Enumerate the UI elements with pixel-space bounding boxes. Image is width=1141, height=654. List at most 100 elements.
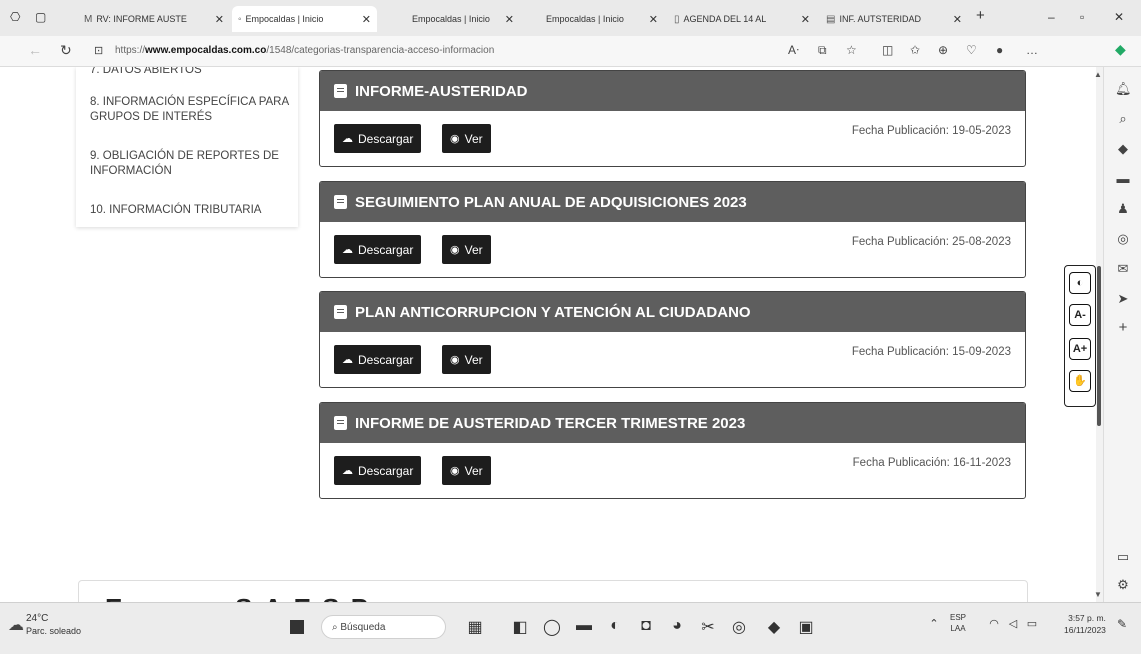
taskbar-search-box[interactable]: ⌕ Búsqueda <box>321 615 446 639</box>
maximize-icon[interactable]: ▫ <box>1080 10 1084 24</box>
close-tab-icon[interactable]: ✕ <box>362 13 371 26</box>
telegram-icon[interactable]: ➤ <box>1115 291 1131 307</box>
hs-app-icon[interactable]: ◎ <box>729 617 749 637</box>
tag-icon[interactable]: ◆ <box>1115 141 1131 157</box>
pdf-icon: ▤ <box>826 13 836 25</box>
publication-date: Fecha Publicación: 16-11-2023 <box>852 457 1011 469</box>
split-screen-icon[interactable]: ◫ <box>882 43 893 57</box>
outlook-icon[interactable]: ✉ <box>1115 261 1131 277</box>
document-card: SEGUIMIENTO PLAN ANUAL DE ADQUISICIONES … <box>319 181 1026 278</box>
tab-agenda[interactable]: ▯ AGENDA DEL 14 AL ✕ <box>668 6 816 32</box>
widgets-icon[interactable]: ▦ <box>465 617 485 637</box>
task-view-icon[interactable]: ◧ <box>510 617 530 637</box>
clock-date: 16/11/2023 <box>1064 625 1106 635</box>
games-icon[interactable]: ♟ <box>1115 201 1131 217</box>
immersive-reader-icon[interactable]: ⧉ <box>818 43 827 58</box>
file-explorer-icon[interactable]: ▬ <box>574 617 594 635</box>
tab-empocaldas-3[interactable]: Empocaldas | Inicio ✕ <box>524 6 664 32</box>
search-icon[interactable]: ⌕ <box>1115 111 1131 127</box>
increase-font-button[interactable]: A+ <box>1069 338 1091 360</box>
document-icon <box>334 416 347 430</box>
scroll-down-arrow-icon[interactable]: ▼ <box>1094 590 1102 599</box>
browser-essentials-icon[interactable]: ♡ <box>966 43 977 57</box>
store-icon[interactable]: ◘ <box>636 617 656 635</box>
workspaces-icon[interactable]: ⎔ <box>10 10 20 24</box>
weather-desc: Parc. soleado <box>26 626 82 636</box>
new-tab-icon[interactable]: + <box>976 7 985 24</box>
bell-icon[interactable]: 🔔︎ <box>1115 81 1132 97</box>
close-tab-icon[interactable]: ✕ <box>801 13 810 26</box>
minimize-icon[interactable]: – <box>1048 10 1055 24</box>
windows-start-icon[interactable] <box>290 620 304 634</box>
app-icon[interactable]: ◆ <box>764 617 784 637</box>
document-icon <box>334 305 347 319</box>
chat-icon[interactable]: ◯ <box>542 617 562 637</box>
tab-label: RV: INFORME AUSTE <box>96 14 187 24</box>
add-icon[interactable]: + <box>1115 319 1131 336</box>
download-button[interactable]: ☁ Descargar <box>334 124 422 153</box>
close-tab-icon[interactable]: ✕ <box>505 13 514 26</box>
tray-chevron-icon[interactable]: ⌃ <box>924 617 944 630</box>
edge-browser-icon[interactable]: ◐ <box>605 617 625 635</box>
weather-widget[interactable]: 24°C Parc. soleado <box>26 613 81 637</box>
volume-icon[interactable]: ◁ <box>1003 617 1023 630</box>
tool-icon[interactable]: ✂ <box>698 617 718 637</box>
view-button[interactable]: ◉ Ver <box>442 124 491 153</box>
scroll-thumb[interactable] <box>1097 266 1101 426</box>
url-field[interactable]: https://www.empocaldas.com.co/1548/categ… <box>115 42 575 60</box>
sidebar-toggle-icon[interactable]: ▭ <box>1115 549 1131 565</box>
close-tab-icon[interactable]: ✕ <box>953 13 962 26</box>
chrome-icon[interactable]: ◕ <box>667 617 687 635</box>
battery-icon[interactable]: ▭ <box>1022 617 1042 630</box>
collections-icon[interactable]: ⊕ <box>938 43 948 57</box>
view-button[interactable]: ◉ Ver <box>442 345 491 374</box>
tab-empocaldas-active[interactable]: ◦ Empocaldas | Inicio ✕ <box>232 6 377 32</box>
scroll-up-arrow-icon[interactable]: ▲ <box>1094 70 1102 79</box>
weather-temp: 24°C <box>26 613 49 624</box>
wifi-icon[interactable]: ◠ <box>984 617 1004 630</box>
close-tab-icon[interactable]: ✕ <box>215 13 224 26</box>
favorite-star-icon[interactable]: ☆ <box>846 43 857 57</box>
read-aloud-icon[interactable]: Aᐧ <box>788 43 799 57</box>
view-button[interactable]: ◉ Ver <box>442 456 491 485</box>
close-window-icon[interactable]: ✕ <box>1114 10 1124 24</box>
download-button[interactable]: ☁ Descargar <box>334 345 422 374</box>
lock-icon[interactable]: ⊡ <box>94 44 103 57</box>
tab-label: INF. AUTSTERIDAD <box>839 14 921 24</box>
address-bar: ← ↻ ⊡ https://www.empocaldas.com.co/1548… <box>0 36 1141 67</box>
tab-label: Empocaldas | Inicio <box>245 14 324 24</box>
tab-empocaldas-2[interactable]: Empocaldas | Inicio ✕ <box>390 6 520 32</box>
refresh-icon[interactable]: ↻ <box>60 42 72 59</box>
tab-email[interactable]: M RV: INFORME AUSTE ✕ <box>78 6 230 32</box>
view-button[interactable]: ◉ Ver <box>442 235 491 264</box>
tab-actions-icon[interactable]: ▢ <box>35 10 46 24</box>
more-menu-icon[interactable]: … <box>1026 43 1038 57</box>
office-icon[interactable]: ◎ <box>1115 231 1131 247</box>
company-footer-card: E........... S.A.E.S.P <box>78 580 1028 602</box>
toolbox-icon[interactable]: ▬ <box>1115 171 1131 186</box>
contrast-icon[interactable]: ◐ <box>1069 272 1091 294</box>
settings-gear-icon[interactable]: ⚙ <box>1115 577 1131 593</box>
menu-item-tributaria[interactable]: 10. INFORMACIÓN TRIBUTARIA <box>90 203 290 218</box>
menu-item-datos-abiertos[interactable]: 7. DATOS ABIERTOS <box>90 67 290 78</box>
lang-bottom: LAA <box>950 624 966 633</box>
download-label: Descargar <box>358 352 414 367</box>
back-icon[interactable]: ← <box>28 42 42 58</box>
decrease-font-button[interactable]: A- <box>1069 304 1091 326</box>
close-tab-icon[interactable]: ✕ <box>649 13 658 26</box>
word-icon[interactable]: ▣ <box>796 617 816 637</box>
download-label: Descargar <box>358 242 414 257</box>
tab-pdf-austeridad[interactable]: ▤ INF. AUTSTERIDAD ✕ <box>820 6 968 32</box>
copilot-icon[interactable]: ◆ <box>1115 41 1126 58</box>
taskbar-clock[interactable]: 3:57 p. m. 16/11/2023 <box>1064 612 1106 636</box>
download-button[interactable]: ☁ Descargar <box>334 456 422 485</box>
favorites-icon[interactable]: ✩ <box>910 43 920 57</box>
download-button[interactable]: ☁ Descargar <box>334 235 422 264</box>
language-indicator[interactable]: ESP LAA <box>950 612 966 634</box>
sign-language-icon[interactable]: ✋ <box>1069 370 1091 392</box>
menu-item-reportes[interactable]: 9. OBLIGACIÓN DE REPORTES DE INFORMACIÓN <box>90 149 290 179</box>
profile-icon[interactable]: ● <box>996 43 1003 57</box>
weather-icon[interactable]: ☁ <box>8 615 24 635</box>
notification-icon[interactable]: ✎ <box>1112 617 1132 631</box>
menu-item-grupos-interes[interactable]: 8. INFORMACIÓN ESPECÍFICA PARA GRUPOS DE… <box>90 95 290 125</box>
